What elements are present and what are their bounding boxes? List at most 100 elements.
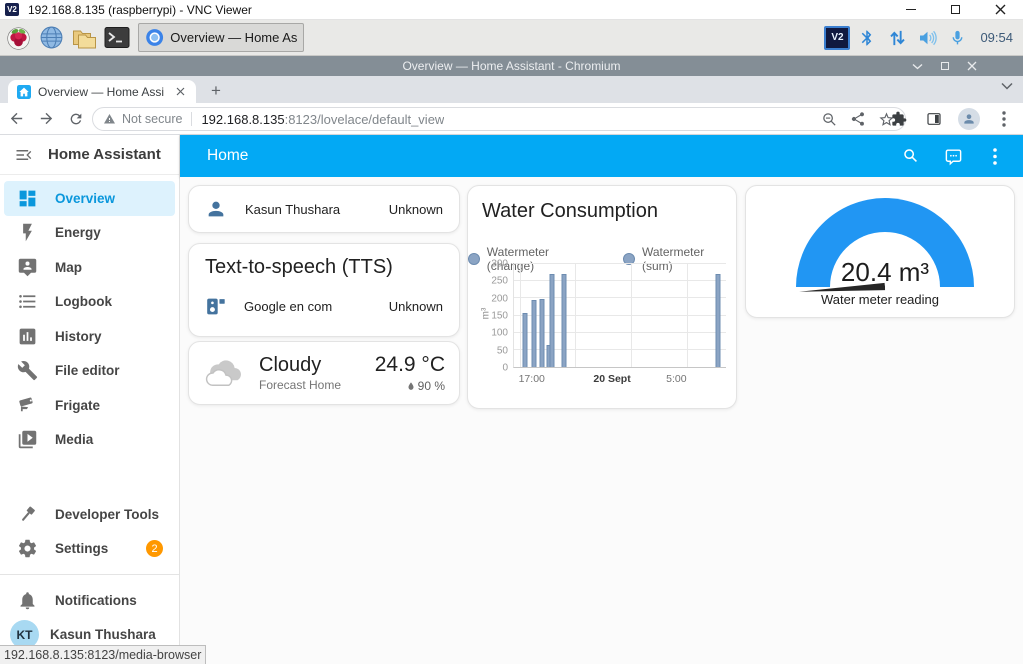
sidebar-item-file-editor[interactable]: File editor <box>4 354 175 389</box>
assist-chat-icon <box>944 147 963 166</box>
profile-button[interactable] <box>956 106 982 132</box>
security-label: Not secure <box>122 112 182 126</box>
maximize-window-button[interactable] <box>941 62 949 70</box>
chart-bar <box>550 274 555 367</box>
microphone-tray-button[interactable] <box>942 24 972 52</box>
taskbar-app-chromium[interactable]: Overview — Home As... <box>138 23 304 52</box>
gauge-value: 20.4 m³ <box>796 257 974 288</box>
bell-icon <box>17 590 38 611</box>
person-name: Kasun Thushara <box>245 202 389 217</box>
browser-menu-button[interactable] <box>991 106 1017 132</box>
ha-main: Home <box>180 135 1023 664</box>
gauge-card[interactable]: 20.4 m³ Water meter reading <box>745 185 1015 318</box>
address-bar[interactable]: Not secure 192.168.8.135:8123/lovelace/d… <box>92 107 906 131</box>
list-bulleted-icon <box>17 291 38 312</box>
network-tray-button[interactable] <box>882 24 912 52</box>
close-window-button[interactable] <box>967 61 977 71</box>
extensions-button[interactable] <box>886 106 912 132</box>
chart-ytick: 150 <box>491 311 508 322</box>
close-icon <box>995 4 1006 15</box>
vnc-window-title: 192.168.8.135 (raspberrypi) - VNC Viewer <box>28 3 252 17</box>
sidebar-item-overview[interactable]: Overview <box>4 181 175 216</box>
raspberry-menu-button[interactable] <box>3 24 33 52</box>
ha-header: Home <box>180 135 1023 177</box>
shade-window-button[interactable] <box>912 63 923 70</box>
sidebar-item-logbook[interactable]: Logbook <box>4 285 175 320</box>
chart-xtick: 20 Sept <box>593 373 630 385</box>
ha-sidebar: Home Assistant Overview Energy Map Logb <box>0 135 180 664</box>
chart-bar <box>531 300 536 367</box>
url-host: 192.168.8.135 <box>201 112 284 127</box>
bluetooth-tray-button[interactable] <box>852 24 882 52</box>
terminal-button[interactable] <box>102 24 132 52</box>
sidebar-item-map[interactable]: Map <box>4 250 175 285</box>
search-button[interactable] <box>899 144 923 168</box>
gauge: 20.4 m³ <box>796 198 974 287</box>
chromium-window-title: Overview — Home Assistant - Chromium <box>0 59 1023 73</box>
taskbar-app-label: Overview — Home As... <box>170 30 297 45</box>
tts-entity-name: Google en com <box>244 299 389 314</box>
sidebar-item-history[interactable]: History <box>4 319 175 354</box>
reload-button[interactable] <box>62 105 90 133</box>
vnc-tray-button[interactable]: V2 <box>822 24 852 52</box>
security-chip[interactable]: Not secure <box>103 112 182 126</box>
back-button[interactable] <box>2 105 30 133</box>
tab-close-button[interactable] <box>172 84 188 100</box>
browser-tab[interactable]: Overview — Home Assist <box>8 80 196 103</box>
updown-arrows-icon <box>888 28 907 48</box>
vnc-titlebar: V2 192.168.8.135 (raspberrypi) - VNC Vie… <box>0 0 1023 20</box>
chart-plot <box>513 264 726 368</box>
chromium-titlebar: Overview — Home Assistant - Chromium <box>0 56 1023 76</box>
chart-ytick: 100 <box>491 328 508 339</box>
share-icon[interactable] <box>850 111 866 127</box>
chart-ytick: 300 <box>491 259 508 270</box>
new-tab-button[interactable]: + <box>204 79 228 103</box>
taskbar-clock[interactable]: 09:54 <box>980 30 1013 45</box>
forward-button[interactable] <box>32 105 60 133</box>
sidebar-item-media[interactable]: Media <box>4 423 175 458</box>
vnc-tray-icon: V2 <box>824 26 850 50</box>
tab-title: Overview — Home Assist <box>38 85 164 99</box>
tts-speaker-icon <box>205 296 226 317</box>
tts-entity-state: Unknown <box>389 299 443 314</box>
tab-strip: Overview — Home Assist + <box>0 76 1023 103</box>
maximize-icon <box>951 5 960 14</box>
weather-condition: Cloudy <box>259 354 375 377</box>
assist-button[interactable] <box>941 144 965 168</box>
sidebar-item-notifications[interactable]: Notifications <box>4 583 175 618</box>
sidebar-item-energy[interactable]: Energy <box>4 216 175 251</box>
sidebar-item-frigate[interactable]: Frigate <box>4 388 175 423</box>
volume-tray-button[interactable] <box>912 24 942 52</box>
globe-icon <box>39 25 64 50</box>
maximize-button[interactable] <box>933 0 978 20</box>
url-text: 192.168.8.135:8123/lovelace/default_view <box>201 112 444 127</box>
minimize-button[interactable] <box>888 0 933 20</box>
tts-card-title: Text-to-speech (TTS) <box>205 256 443 279</box>
side-panel-icon <box>926 111 942 127</box>
chart-ytick: 250 <box>491 276 508 287</box>
overflow-menu-button[interactable] <box>983 144 1007 168</box>
hammer-icon <box>17 504 38 525</box>
taskbar: Overview — Home As... V2 <box>0 20 1023 56</box>
sidebar-item-developer-tools[interactable]: Developer Tools <box>4 497 175 532</box>
tts-entity-row[interactable]: Google en com Unknown <box>205 296 443 317</box>
zoom-out-icon[interactable] <box>821 111 838 128</box>
chart-ytick: 0 <box>502 363 508 374</box>
side-panel-button[interactable] <box>921 106 947 132</box>
weather-card[interactable]: Cloudy Forecast Home 24.9 °C 90 % <box>188 341 460 405</box>
warning-icon <box>103 113 116 125</box>
weather-temperature: 24.9 °C <box>375 353 445 377</box>
sidebar-item-settings[interactable]: Settings 2 <box>4 532 175 567</box>
back-icon <box>8 110 25 127</box>
sidebar-toggle-button[interactable] <box>12 143 36 167</box>
close-icon <box>176 87 185 96</box>
close-button[interactable] <box>978 0 1023 20</box>
water-consumption-card: Water Consumption Watermeter (change) Wa… <box>467 185 737 409</box>
profile-avatar-icon <box>958 108 980 130</box>
tab-search-chevron[interactable] <box>1001 82 1013 90</box>
wrench-icon <box>17 360 38 381</box>
browser-launcher-button[interactable] <box>36 24 66 52</box>
file-manager-button[interactable] <box>69 24 99 52</box>
tts-card: Text-to-speech (TTS) Google en com Unkno… <box>188 243 460 337</box>
person-card[interactable]: Kasun Thushara Unknown <box>188 185 460 233</box>
